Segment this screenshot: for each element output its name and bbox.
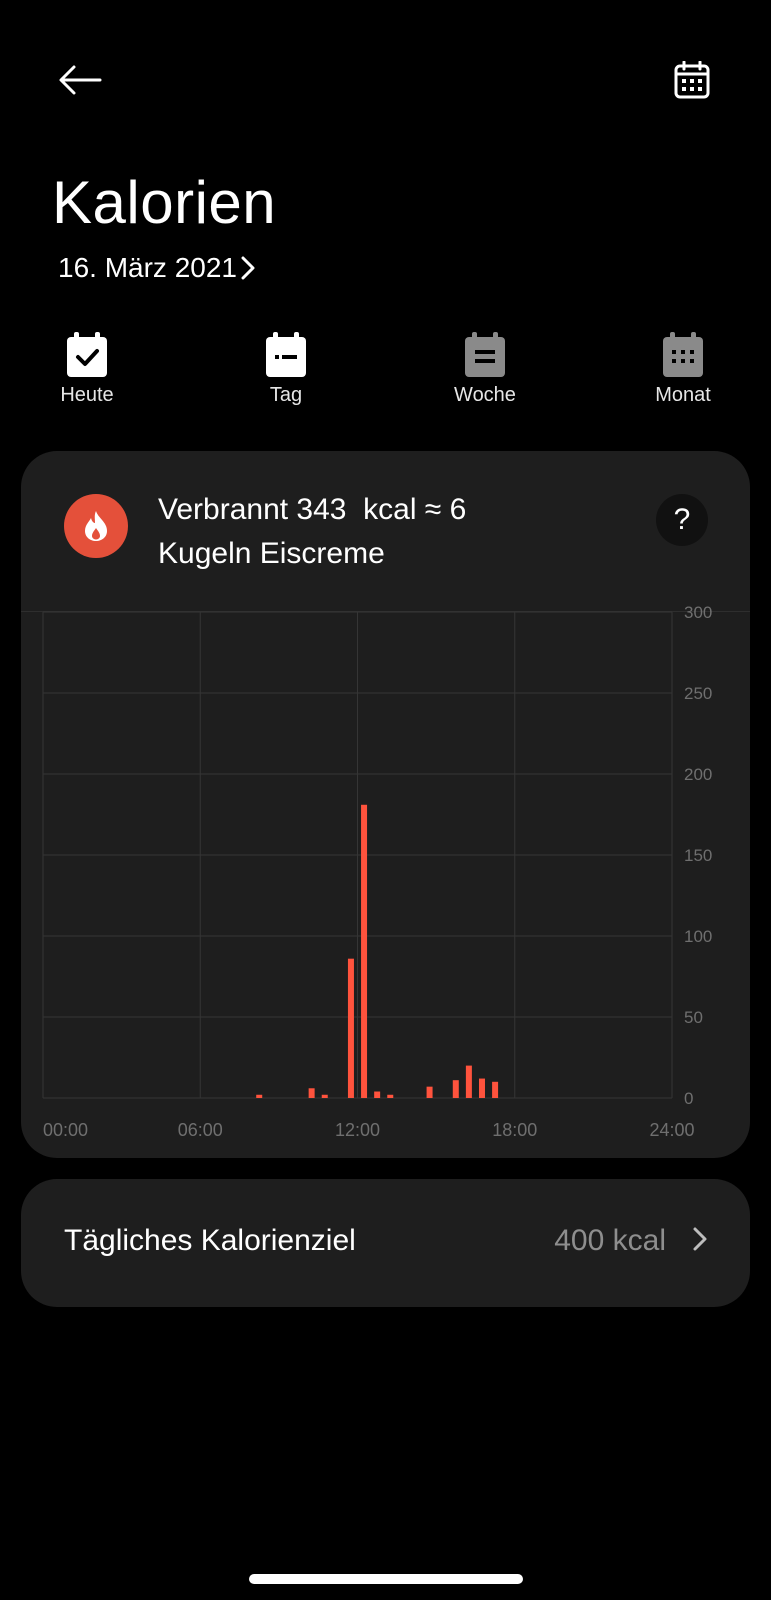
tab-heute[interactable]: Heute bbox=[37, 332, 137, 407]
chart-bar bbox=[452, 1080, 459, 1098]
chevron-right-icon bbox=[693, 1227, 707, 1251]
chart-bar bbox=[361, 804, 368, 1098]
arrow-left-icon bbox=[59, 65, 102, 95]
calendar-week-icon bbox=[465, 332, 505, 377]
date-label: 16. März 2021 bbox=[58, 252, 237, 283]
back-button[interactable] bbox=[48, 52, 112, 108]
summary-line-1: Verbrannt 343 kcal ≈ 6 bbox=[158, 493, 467, 526]
chart-bar bbox=[256, 1094, 263, 1098]
goal-value: 400 kcal bbox=[554, 1224, 666, 1257]
chart-bar bbox=[374, 1091, 381, 1098]
chart-bar bbox=[465, 1065, 472, 1098]
goal-chevron bbox=[692, 1226, 708, 1257]
tab-label: Heute bbox=[60, 384, 114, 406]
tab-tag[interactable]: Tag bbox=[236, 332, 336, 407]
summary-icon-wrap bbox=[64, 494, 128, 558]
tab-label: Woche bbox=[454, 384, 516, 406]
tab-label: Tag bbox=[269, 384, 303, 406]
x-tick-label: 00:00 bbox=[43, 1120, 88, 1140]
calendar-month-icon bbox=[663, 332, 703, 377]
burned-summary: Verbrannt 343 kcal ≈ 6 Kugeln Eiscreme bbox=[158, 488, 598, 576]
chart-bar bbox=[426, 1086, 433, 1098]
help-button[interactable]: ? bbox=[656, 494, 708, 546]
x-tick-label: 24:00 bbox=[649, 1120, 694, 1140]
tab-monat[interactable]: Monat bbox=[633, 332, 733, 407]
goal-label: Tägliches Kalorienziel bbox=[64, 1224, 356, 1257]
chart-bar bbox=[387, 1094, 394, 1098]
x-tick-label: 12:00 bbox=[335, 1120, 380, 1140]
chart-bar bbox=[492, 1081, 499, 1098]
chart-bar bbox=[347, 958, 354, 1098]
calorie-bar-chart: 0 50 100 150 200 250 300 00:00 06:00 12:00 18:00 24… bbox=[42, 603, 712, 1140]
calendar-icon bbox=[674, 61, 710, 99]
y-tick-label: 0 bbox=[684, 1089, 693, 1108]
calendar-check-icon bbox=[67, 332, 107, 377]
tab-label: Monat bbox=[655, 384, 711, 406]
chevron-right-icon bbox=[241, 256, 255, 280]
y-tick-label: 250 bbox=[684, 684, 712, 703]
date-selector[interactable]: 16. März 2021 bbox=[58, 252, 257, 284]
summary-line-2: Kugeln Eiscreme bbox=[158, 537, 385, 570]
flame-badge bbox=[64, 494, 128, 558]
y-tick-label: 100 bbox=[684, 927, 712, 946]
x-tick-label: 18:00 bbox=[492, 1120, 537, 1140]
calendar-day-icon bbox=[266, 332, 306, 377]
y-tick-label: 300 bbox=[684, 603, 712, 622]
page-title: Kalorien bbox=[52, 169, 277, 236]
chart-bar bbox=[478, 1078, 485, 1098]
y-tick-label: 200 bbox=[684, 765, 712, 784]
tab-woche[interactable]: Woche bbox=[435, 332, 535, 407]
calendar-button[interactable] bbox=[660, 52, 724, 108]
y-tick-label: 50 bbox=[684, 1008, 703, 1027]
x-tick-label: 06:00 bbox=[178, 1120, 223, 1140]
chart-bar bbox=[308, 1088, 315, 1098]
y-tick-label: 150 bbox=[684, 846, 712, 865]
chart-bar bbox=[321, 1094, 328, 1098]
flame-icon bbox=[85, 511, 107, 541]
home-indicator[interactable] bbox=[249, 1574, 523, 1584]
